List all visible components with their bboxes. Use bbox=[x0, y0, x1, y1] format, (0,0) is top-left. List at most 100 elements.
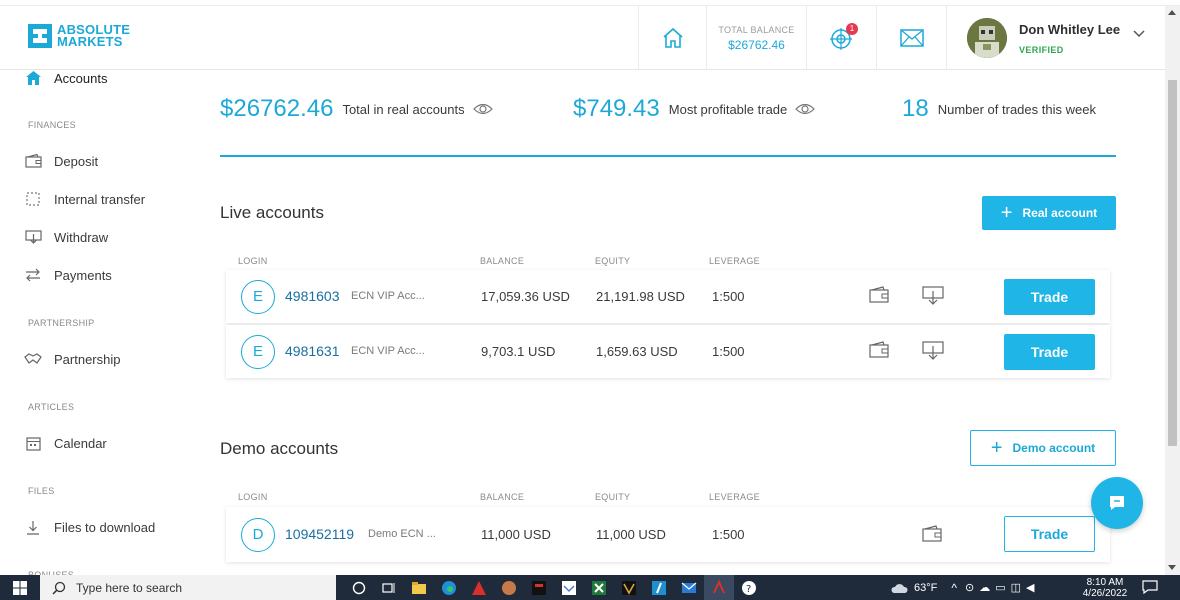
app-icon-green[interactable] bbox=[584, 575, 614, 600]
add-demo-account-button[interactable]: + Demo account bbox=[970, 430, 1116, 466]
app-icon-dark[interactable] bbox=[524, 575, 554, 600]
account-leverage: 1:500 bbox=[712, 344, 745, 359]
account-type: Demo ECN ... bbox=[368, 528, 436, 540]
wallet-icon[interactable] bbox=[922, 525, 942, 543]
user-menu[interactable]: Don Whitley Lee VERIFIED bbox=[946, 6, 1165, 70]
taskbar-clock[interactable]: 8:10 AM 4/26/2022 bbox=[1080, 577, 1130, 599]
help-icon[interactable]: ? bbox=[734, 575, 764, 600]
sidebar-item-files-to-download[interactable]: Files to download bbox=[24, 519, 155, 535]
sidebar-item-deposit[interactable]: Deposit bbox=[24, 153, 98, 169]
handshake-icon bbox=[24, 353, 42, 364]
top-header: ABSOLUTE MARKETS TOTAL BALANCE $26762.46… bbox=[0, 6, 1165, 70]
sidebar-item-label: Internal transfer bbox=[54, 191, 146, 207]
sidebar-item-payments[interactable]: Payments bbox=[24, 267, 112, 283]
verified-badge: VERIFIED bbox=[1019, 44, 1064, 55]
section-articles: ARTICLES bbox=[28, 402, 75, 412]
live-accounts-title: Live accounts bbox=[220, 203, 324, 222]
account-login-link[interactable]: 4981631 bbox=[285, 343, 340, 359]
chevron-up-icon[interactable]: ^ bbox=[951, 581, 957, 595]
download-icon[interactable] bbox=[922, 286, 944, 306]
app-icon-gold[interactable] bbox=[614, 575, 644, 600]
sidebar-item-partnership[interactable]: Partnership bbox=[24, 351, 120, 367]
sidebar-item-accounts[interactable]: Accounts bbox=[24, 70, 107, 86]
weather-temp[interactable]: 63°F bbox=[914, 582, 937, 594]
account-type-badge: D bbox=[241, 518, 275, 552]
download-icon bbox=[27, 520, 39, 535]
trade-button[interactable]: Trade bbox=[1004, 334, 1095, 370]
home-button[interactable] bbox=[638, 6, 706, 70]
mail-app-icon[interactable] bbox=[674, 575, 704, 600]
notification-center-icon[interactable] bbox=[1142, 580, 1158, 599]
messages-button[interactable] bbox=[876, 6, 946, 70]
sidebar-item-withdraw[interactable]: Withdraw bbox=[24, 229, 108, 245]
app-icon-blue[interactable] bbox=[644, 575, 674, 600]
download-icon[interactable] bbox=[922, 341, 944, 361]
sidebar-item-label: Calendar bbox=[54, 435, 107, 451]
wallet-icon[interactable] bbox=[869, 341, 889, 359]
home-icon bbox=[662, 27, 683, 48]
total-balance-label: TOTAL BALANCE bbox=[718, 24, 795, 35]
app-icon-avatar[interactable] bbox=[494, 575, 524, 600]
sidebar-item-label: Accounts bbox=[54, 70, 108, 86]
col-balance: BALANCE bbox=[480, 256, 525, 266]
vertical-scrollbar[interactable] bbox=[1165, 6, 1180, 575]
edge-icon[interactable] bbox=[434, 575, 464, 600]
swap-arrows-icon bbox=[26, 268, 40, 282]
brand-line-2: MARKETS bbox=[57, 34, 123, 49]
user-name: Don Whitley Lee bbox=[1019, 21, 1121, 37]
cortana-icon[interactable] bbox=[344, 575, 374, 600]
logo-mark-icon bbox=[28, 24, 52, 48]
app-icon-red[interactable] bbox=[464, 575, 494, 600]
windows-taskbar: Type here to search ? 63°F ^ ⊙☁▭◫◀ 8:10 … bbox=[0, 575, 1180, 600]
section-files: FILES bbox=[28, 486, 55, 496]
col-leverage: LEVERAGE bbox=[709, 492, 760, 502]
scroll-down-arrow-icon[interactable] bbox=[1168, 565, 1176, 570]
account-type: ECN VIP Acc... bbox=[351, 290, 425, 302]
clock-date: 4/26/2022 bbox=[1082, 588, 1128, 599]
stat-value: $26762.46 bbox=[220, 95, 334, 122]
sidebar-item-calendar[interactable]: Calendar bbox=[24, 435, 107, 451]
file-explorer-icon[interactable] bbox=[404, 575, 434, 600]
taskbar-apps: ? bbox=[344, 575, 764, 600]
chevron-down-icon bbox=[1133, 30, 1145, 38]
sidebar-item-internal-transfer[interactable]: Internal transfer bbox=[24, 191, 145, 207]
section-partnership: PARTNERSHIP bbox=[28, 318, 95, 328]
taskbar-search[interactable]: Type here to search bbox=[40, 575, 336, 600]
add-real-account-button[interactable]: + Real account bbox=[982, 196, 1116, 230]
brand-logo[interactable]: ABSOLUTE MARKETS bbox=[28, 23, 130, 49]
trade-button[interactable]: Trade bbox=[1004, 516, 1095, 552]
table-row: D 109452119 Demo ECN ... 11,000 USD 11,0… bbox=[226, 507, 1110, 562]
total-balance-widget[interactable]: TOTAL BALANCE $26762.46 bbox=[706, 6, 806, 70]
account-leverage: 1:500 bbox=[712, 289, 745, 304]
tray-icons[interactable]: ⊙☁▭◫◀ bbox=[965, 581, 1039, 594]
scroll-up-arrow-icon[interactable] bbox=[1168, 10, 1176, 15]
wallet-icon[interactable] bbox=[869, 286, 889, 304]
app-icon-active[interactable] bbox=[704, 575, 734, 600]
button-label: Real account bbox=[1022, 206, 1098, 220]
account-login-link[interactable]: 109452119 bbox=[285, 526, 354, 542]
notifications-button[interactable]: 1 bbox=[806, 6, 876, 70]
account-type: ECN VIP Acc... bbox=[351, 345, 425, 357]
col-equity: EQUITY bbox=[595, 256, 631, 266]
app-icon-wings[interactable] bbox=[554, 575, 584, 600]
chat-button[interactable] bbox=[1091, 477, 1143, 529]
stats-bar: $26762.46 Total in real accounts $749.43… bbox=[220, 95, 1116, 157]
col-login: LOGIN bbox=[238, 492, 268, 502]
account-login-link[interactable]: 4981603 bbox=[285, 288, 340, 304]
task-view-icon[interactable] bbox=[374, 575, 404, 600]
scroll-thumb[interactable] bbox=[1168, 80, 1177, 446]
stat-total-real: $26762.46 Total in real accounts bbox=[220, 95, 493, 123]
col-leverage: LEVERAGE bbox=[709, 256, 760, 266]
eye-icon[interactable] bbox=[795, 102, 816, 116]
start-button[interactable] bbox=[0, 575, 40, 600]
plus-icon: + bbox=[1000, 202, 1013, 224]
trade-button[interactable]: Trade bbox=[1004, 279, 1095, 315]
demo-accounts-title: Demo accounts bbox=[220, 439, 339, 458]
sidebar-item-label: Partnership bbox=[54, 351, 121, 367]
stat-value: $749.43 bbox=[573, 95, 660, 122]
stat-label: Total in real accounts bbox=[342, 101, 465, 117]
eye-icon[interactable] bbox=[472, 102, 493, 116]
windows-logo-icon bbox=[13, 580, 27, 595]
stat-label: Number of trades this week bbox=[937, 101, 1096, 117]
brand-name: ABSOLUTE MARKETS bbox=[57, 23, 130, 49]
